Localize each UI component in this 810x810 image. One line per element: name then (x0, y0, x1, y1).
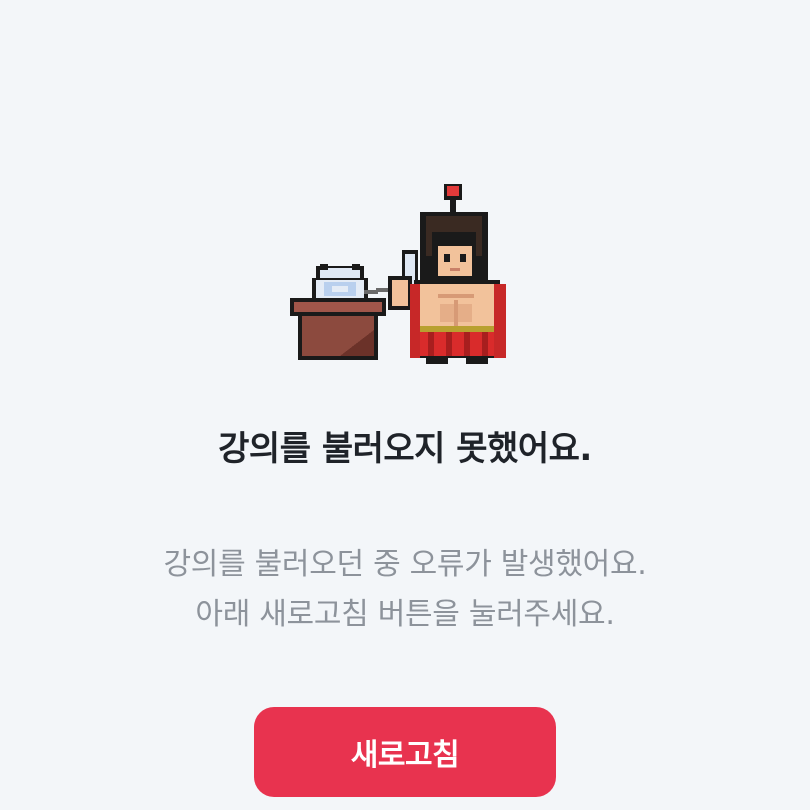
desk-icon (290, 298, 386, 360)
telephone-icon (312, 264, 394, 300)
error-page: 강의를 불러오지 못했어요. 강의를 불러오던 중 오류가 발생했어요. 아래 … (0, 0, 810, 810)
refresh-button[interactable]: 새로고침 (254, 707, 556, 797)
warrior-icon (388, 184, 506, 364)
error-title: 강의를 불러오지 못했어요. (218, 429, 592, 469)
error-description-line: 강의를 불러오던 중 오류가 발생했어요. (163, 547, 647, 582)
spartan-warrior-on-phone-pixel-art-icon (290, 184, 506, 364)
error-description-line: 아래 새로고침 버튼을 눌러주세요. (195, 597, 615, 632)
error-description: 강의를 불러오던 중 오류가 발생했어요. 아래 새로고침 버튼을 눌러주세요. (0, 540, 810, 640)
